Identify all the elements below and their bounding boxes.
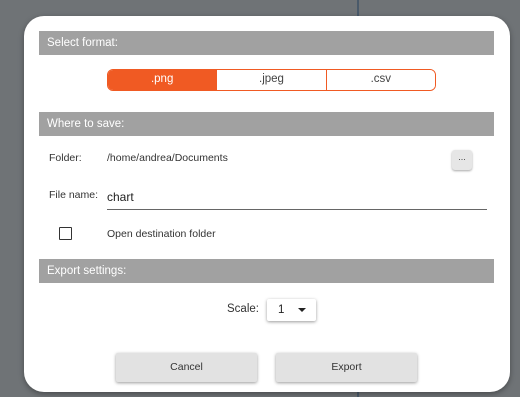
scale-label: Scale: <box>227 303 259 315</box>
export-button[interactable]: Export <box>276 353 417 382</box>
format-csv-button[interactable]: .csv <box>325 70 435 90</box>
chevron-down-icon <box>298 308 306 312</box>
open-destination-label: Open destination folder <box>107 228 216 240</box>
where-to-save-header: Where to save: <box>39 112 494 136</box>
browse-folder-button[interactable]: ... <box>452 150 472 170</box>
file-name-label: File name: <box>49 189 99 201</box>
format-png-button[interactable]: .png <box>108 70 217 90</box>
file-name-input[interactable] <box>107 186 487 210</box>
format-jpeg-button[interactable]: .jpeg <box>216 70 326 90</box>
folder-label: Folder: <box>49 152 82 164</box>
scale-dropdown[interactable]: 1 <box>267 299 316 321</box>
folder-path: /home/andrea/Documents <box>107 152 228 164</box>
select-format-header: Select format: <box>39 31 494 55</box>
export-settings-header: Export settings: <box>39 259 494 283</box>
open-destination-checkbox[interactable] <box>59 227 72 240</box>
scale-value: 1 <box>278 304 285 316</box>
format-toggle-group: .png .jpeg .csv <box>107 69 436 91</box>
export-dialog: Select format: .png .jpeg .csv Where to … <box>24 16 510 392</box>
cancel-button[interactable]: Cancel <box>116 353 257 382</box>
